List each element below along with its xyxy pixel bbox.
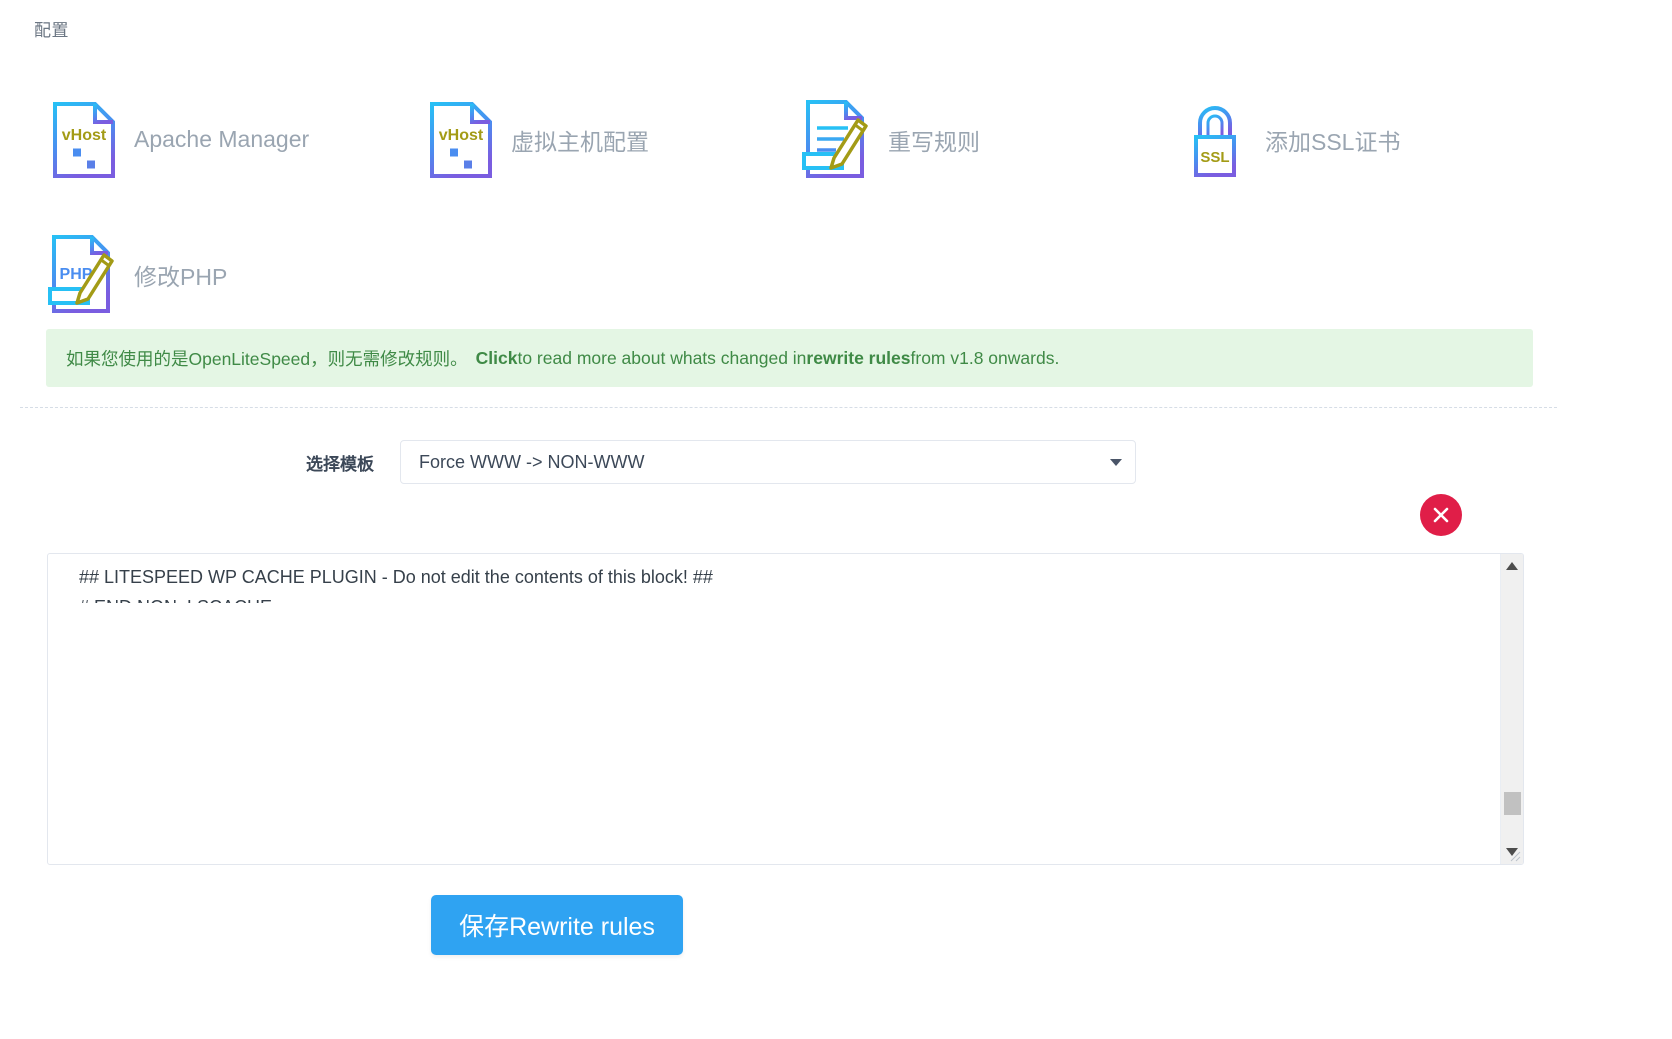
alert-click-link[interactable]: Click bbox=[476, 348, 518, 369]
section-divider bbox=[20, 407, 1557, 408]
template-select[interactable]: Force WWW -> NON-WWWForce NON-WWW -> WWW… bbox=[400, 440, 1136, 484]
openlitespeed-info-alert: 如果您使用的是OpenLiteSpeed，则无需修改规则。 Click to r… bbox=[46, 329, 1533, 387]
svg-text:vHost: vHost bbox=[62, 127, 107, 144]
shortcut-apache-manager[interactable]: vHost Apache Manager bbox=[34, 72, 411, 207]
resize-handle-icon[interactable] bbox=[1509, 850, 1521, 862]
vhost-sliders-icon: vHost bbox=[411, 100, 511, 180]
shortcut-rewrite-rules[interactable]: 重写规则 bbox=[788, 72, 1165, 207]
alert-text-cn: 如果您使用的是OpenLiteSpeed，则无需修改规则。 bbox=[66, 346, 468, 371]
alert-text-mid: to read more about whats changed in bbox=[517, 348, 806, 369]
close-icon bbox=[1430, 504, 1452, 526]
php-pencil-icon: PHP bbox=[34, 233, 134, 317]
scroll-up-arrow-icon[interactable] bbox=[1506, 562, 1518, 570]
scrollbar-thumb[interactable] bbox=[1504, 792, 1521, 815]
rewrite-rules-textarea[interactable] bbox=[48, 553, 1478, 603]
shortcut-label: Apache Manager bbox=[134, 126, 309, 153]
shortcut-label: 添加SSL证书 bbox=[1265, 123, 1400, 157]
page-title: 配置 bbox=[34, 16, 69, 41]
template-select-wrapper[interactable]: Force WWW -> NON-WWWForce NON-WWW -> WWW… bbox=[400, 440, 1136, 484]
config-shortcut-grid: vHost Apache Manager vHost 虚拟主机配置 bbox=[34, 72, 1634, 342]
shortcut-vhost-config[interactable]: vHost 虚拟主机配置 bbox=[411, 72, 788, 207]
shortcut-label: 重写规则 bbox=[888, 123, 980, 157]
shortcut-label: 修改PHP bbox=[134, 258, 227, 292]
alert-bold-rewrite-rules: rewrite rules bbox=[806, 348, 910, 369]
template-select-label: 选择模板 bbox=[0, 450, 400, 475]
shortcut-modify-php[interactable]: PHP 修改PHP bbox=[34, 207, 411, 342]
svg-text:SSL: SSL bbox=[1200, 149, 1229, 166]
svg-text:vHost: vHost bbox=[439, 127, 484, 144]
shortcut-label: 虚拟主机配置 bbox=[511, 123, 649, 157]
close-button[interactable] bbox=[1420, 494, 1462, 536]
rewrite-rules-editor-wrapper[interactable] bbox=[47, 553, 1524, 865]
shortcut-add-ssl[interactable]: SSL 添加SSL证书 bbox=[1165, 72, 1542, 207]
save-rewrite-rules-button[interactable]: 保存Rewrite rules bbox=[431, 895, 683, 955]
ssl-lock-icon: SSL bbox=[1165, 99, 1265, 181]
template-select-row: 选择模板 Force WWW -> NON-WWWForce NON-WWW -… bbox=[0, 440, 1672, 484]
document-pencil-icon bbox=[788, 98, 888, 182]
editor-scrollbar[interactable] bbox=[1500, 554, 1523, 864]
alert-text-end: from v1.8 onwards. bbox=[911, 348, 1060, 369]
vhost-sliders-icon: vHost bbox=[34, 100, 134, 180]
